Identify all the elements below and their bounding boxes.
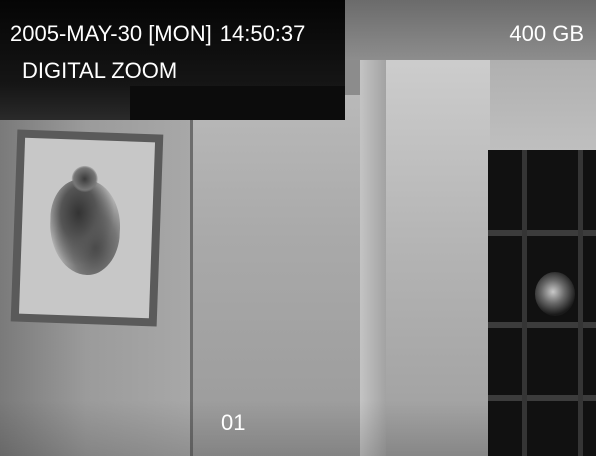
camera-view: 2005-MAY-30 [MON] 14:50:37 400 GB DIGITAL… xyxy=(0,0,596,456)
wall-picture xyxy=(18,137,156,319)
shelf-post xyxy=(522,150,527,456)
wall-picture-frame xyxy=(10,129,164,327)
shelf-post xyxy=(578,150,583,456)
osd-date: 2005-MAY-30 [MON] xyxy=(10,21,212,46)
osd-channel-number: 01 xyxy=(221,410,246,435)
osd-storage-capacity: 400 GB xyxy=(509,21,584,46)
osd-time: 14:50:37 xyxy=(219,21,306,46)
osd-mode-label: DIGITAL ZOOM xyxy=(22,58,178,83)
picture-art xyxy=(48,178,122,277)
shelf-object xyxy=(535,272,575,316)
door-edge xyxy=(360,60,388,456)
osd-datetime: 2005-MAY-30 [MON] 14:50:37 xyxy=(10,22,305,46)
wall-right xyxy=(386,40,490,456)
ceiling-beam-lower xyxy=(130,86,345,120)
